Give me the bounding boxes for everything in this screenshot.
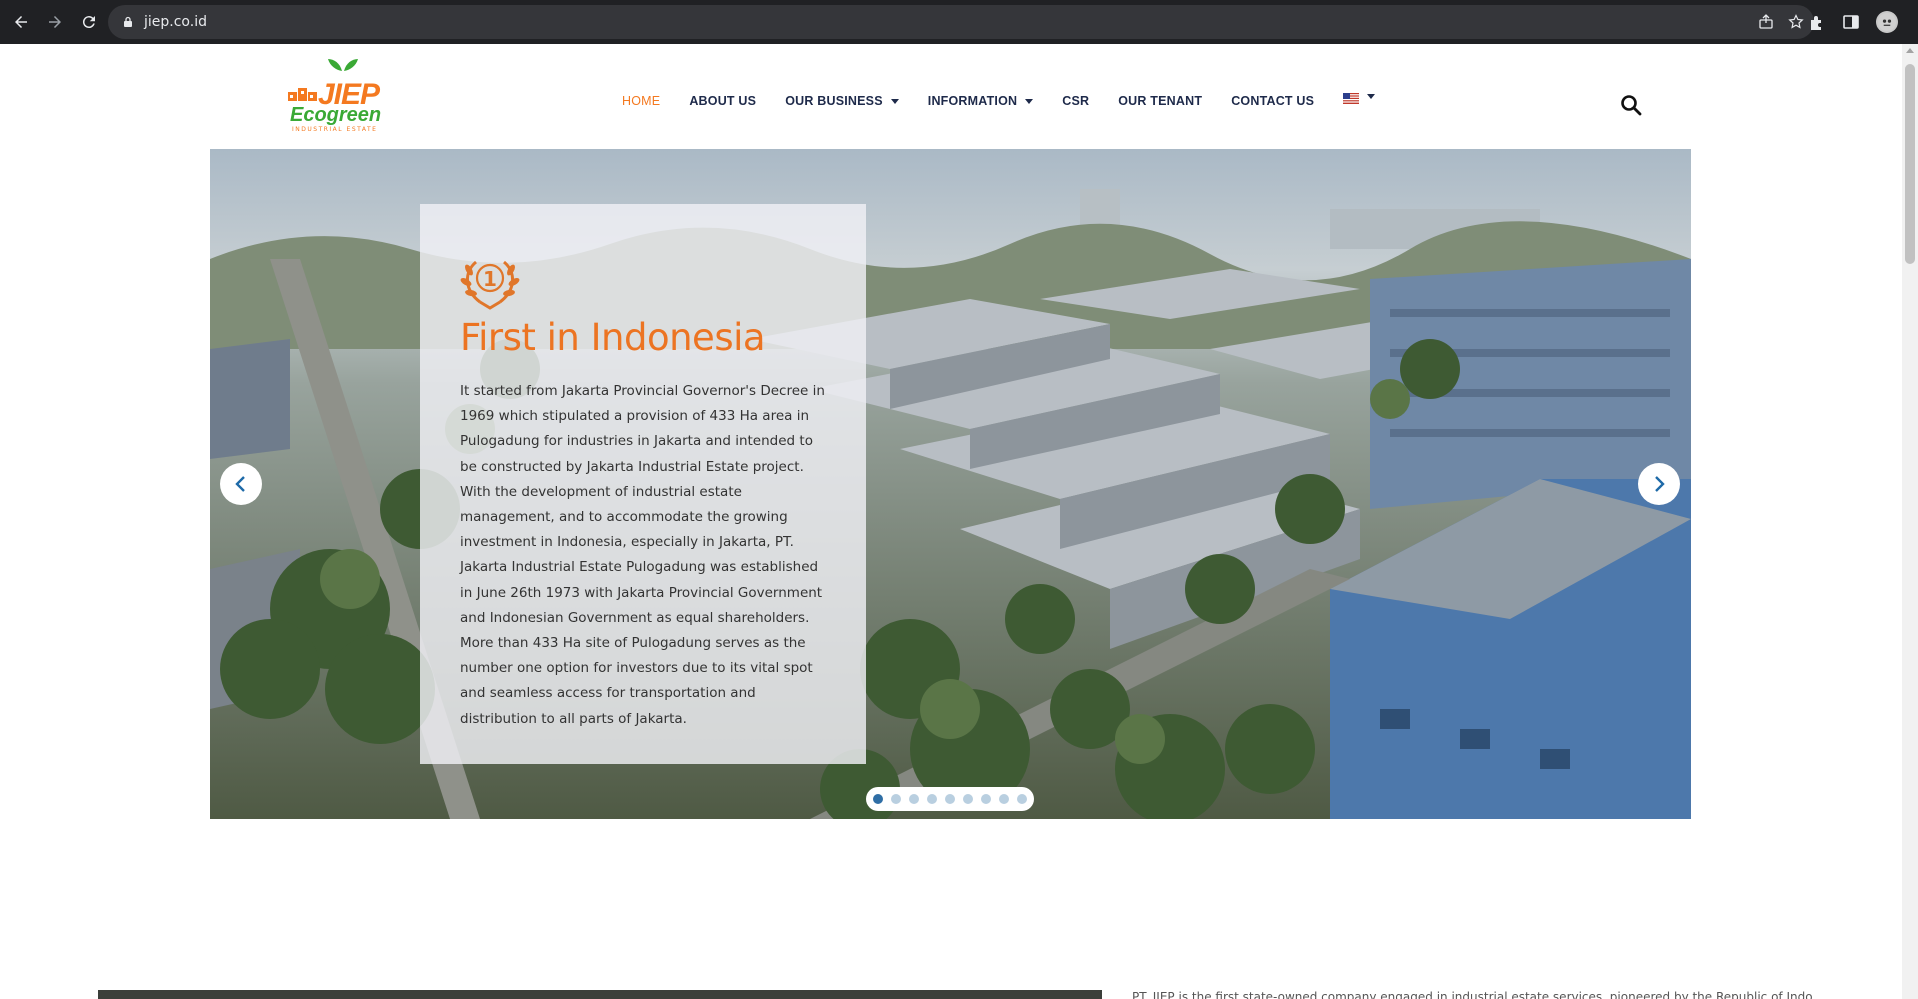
logo-tagline: Ecogreen <box>290 104 382 126</box>
slide-caption: 1 First in Indonesia It started from Jak… <box>420 204 866 764</box>
language-selector[interactable] <box>1343 92 1376 104</box>
chevron-down-icon <box>890 98 899 104</box>
chevron-left-icon <box>235 476 245 492</box>
puzzle-icon[interactable] <box>1808 13 1826 31</box>
url-text: jiep.co.id <box>144 14 207 30</box>
about-section-text: PT. JIEP is the first state-owned compan… <box>1132 990 1812 999</box>
profile-avatar[interactable] <box>1876 11 1898 33</box>
chevron-right-icon <box>1655 476 1665 492</box>
svg-text:1: 1 <box>483 267 497 291</box>
menu-about-us[interactable]: ABOUT US <box>689 94 756 108</box>
number-one-laurel-icon: 1 <box>460 260 520 310</box>
slide-title: First in Indonesia <box>460 316 766 359</box>
menu-our-tenant[interactable]: OUR TENANT <box>1118 94 1202 108</box>
slider-dot[interactable] <box>999 794 1009 804</box>
slider-dot[interactable] <box>1017 794 1027 804</box>
slider-next-button[interactable] <box>1638 463 1680 505</box>
lock-icon <box>124 16 132 27</box>
page-scrollbar[interactable] <box>1902 44 1918 999</box>
scroll-thumb[interactable] <box>1905 64 1915 264</box>
slider-dot[interactable] <box>927 794 937 804</box>
menu-csr[interactable]: CSR <box>1062 94 1089 108</box>
main-menu: HOME ABOUT US OUR BUSINESS INFORMATION C… <box>622 91 1404 111</box>
slider-dot[interactable] <box>873 794 883 804</box>
forward-arrow-icon[interactable] <box>40 7 70 37</box>
slider-dot[interactable] <box>909 794 919 804</box>
menu-contact-us[interactable]: CONTACT US <box>1231 94 1314 108</box>
slider-dot[interactable] <box>945 794 955 804</box>
reload-icon[interactable] <box>74 7 104 37</box>
slider-pagination <box>866 787 1034 811</box>
slider-dot[interactable] <box>981 794 991 804</box>
leaf-icon <box>328 59 358 71</box>
menu-home[interactable]: HOME <box>622 94 660 108</box>
share-icon[interactable] <box>1758 14 1774 30</box>
slide-text: It started from Jakarta Provincial Gover… <box>460 383 825 727</box>
star-icon[interactable] <box>1788 14 1804 30</box>
factory-blocks-icon <box>288 88 317 101</box>
search-icon[interactable] <box>1620 94 1642 116</box>
about-section-image <box>98 990 1102 999</box>
slider-prev-button[interactable] <box>220 463 262 505</box>
browser-toolbar: jiep.co.id <box>0 0 1918 44</box>
us-flag-icon <box>1343 92 1360 104</box>
sidepanel-icon[interactable] <box>1842 13 1860 31</box>
menu-information[interactable]: INFORMATION <box>928 94 1034 108</box>
chevron-down-icon <box>1367 93 1376 99</box>
logo-sub: INDUSTRIAL ESTATE <box>292 126 378 133</box>
menu-our-business[interactable]: OUR BUSINESS <box>785 94 899 108</box>
back-arrow-icon[interactable] <box>6 7 36 37</box>
slider-dot[interactable] <box>891 794 901 804</box>
slider-dot[interactable] <box>963 794 973 804</box>
hero-slider[interactable]: 1 First in Indonesia It started from Jak… <box>210 149 1691 819</box>
scroll-up-icon[interactable] <box>1906 48 1914 53</box>
site-logo[interactable]: JIEP Ecogreen INDUSTRIAL ESTATE <box>286 56 398 133</box>
site-header: JIEP Ecogreen INDUSTRIAL ESTATE HOME ABO… <box>0 44 1902 149</box>
address-bar[interactable]: jiep.co.id <box>108 5 1814 39</box>
chevron-down-icon <box>1025 98 1034 104</box>
